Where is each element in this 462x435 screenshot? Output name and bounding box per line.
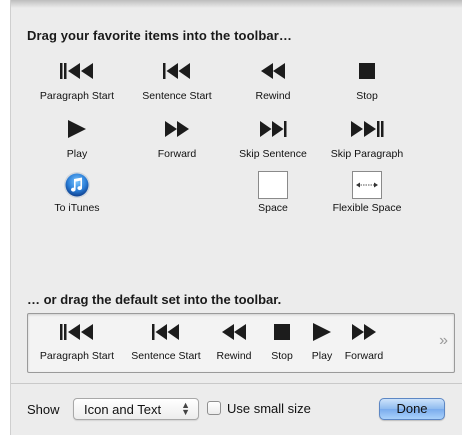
palette-item-label: Play — [66, 148, 88, 160]
palette-item-label: To iTunes — [54, 202, 100, 214]
default-toolbar-set[interactable]: Paragraph Start Sentence Start Rewind St… — [27, 313, 455, 373]
sentence-start-icon — [129, 58, 225, 84]
palette-item-stop[interactable]: Stop — [319, 58, 415, 102]
palette-item-label: Skip Sentence — [239, 148, 307, 160]
default-item-label: Paragraph Start — [39, 350, 115, 362]
show-mode-value: Icon and Text — [84, 402, 162, 417]
paragraph-start-icon — [32, 320, 122, 344]
paragraph-start-icon — [29, 58, 125, 84]
default-item-label: Rewind — [216, 350, 252, 362]
use-small-size-label[interactable]: Use small size — [227, 401, 311, 416]
play-icon — [29, 116, 125, 142]
default-item-forward: Forward — [340, 320, 388, 362]
skip-paragraph-icon — [319, 116, 415, 142]
forward-icon — [129, 116, 225, 142]
palette-item-label: Forward — [157, 148, 197, 160]
use-small-size-checkbox[interactable] — [207, 401, 221, 415]
show-mode-select[interactable]: Icon and Text ▲ ▼ — [73, 398, 199, 420]
sheet-title: Drag your favorite items into the toolba… — [27, 28, 292, 43]
palette-item-rewind[interactable]: Rewind — [225, 58, 321, 102]
flexible-space-icon — [319, 170, 415, 200]
palette-item-label: Paragraph Start — [39, 90, 115, 102]
palette-item-label: Stop — [356, 90, 378, 102]
sentence-start-icon — [124, 320, 208, 344]
default-item-paragraph-start: Paragraph Start — [32, 320, 122, 362]
default-item-label: Forward — [344, 350, 384, 362]
space-icon — [225, 170, 321, 200]
select-stepper-icon: ▲ ▼ — [181, 400, 190, 417]
palette-item-play[interactable]: Play — [29, 116, 125, 160]
palette-item-to-itunes[interactable]: To iTunes — [29, 170, 125, 214]
stop-icon — [261, 320, 303, 344]
rewind-icon — [209, 320, 259, 344]
toolbar-items-palette: Paragraph Start Sentence Start Rewind St… — [29, 58, 429, 288]
default-item-label: Sentence Start — [131, 350, 201, 362]
stop-icon — [319, 58, 415, 84]
default-item-label: Play — [311, 350, 333, 362]
default-item-stop: Stop — [261, 320, 303, 362]
palette-item-paragraph-start[interactable]: Paragraph Start — [29, 58, 125, 102]
palette-item-label: Rewind — [255, 90, 291, 102]
default-set-title: … or drag the default set into the toolb… — [27, 292, 282, 307]
done-button[interactable]: Done — [379, 398, 445, 420]
default-item-sentence-start: Sentence Start — [124, 320, 208, 362]
palette-item-label: Sentence Start — [142, 90, 212, 102]
forward-icon — [340, 320, 388, 344]
palette-item-label: Space — [258, 202, 288, 214]
palette-item-space[interactable]: Space — [225, 170, 321, 214]
palette-item-skip-paragraph[interactable]: Skip Paragraph — [319, 116, 415, 160]
palette-item-sentence-start[interactable]: Sentence Start — [129, 58, 225, 102]
palette-item-forward[interactable]: Forward — [129, 116, 225, 160]
rewind-icon — [225, 58, 321, 84]
skip-sentence-icon — [225, 116, 321, 142]
default-item-label: Stop — [271, 350, 293, 362]
play-icon — [305, 320, 339, 344]
sheet-top-shadow — [11, 0, 462, 8]
palette-item-label: Flexible Space — [332, 202, 402, 214]
overflow-chevron-icon: » — [439, 332, 448, 349]
show-label: Show — [27, 402, 60, 417]
palette-item-flexible-space[interactable]: Flexible Space — [319, 170, 415, 214]
customize-toolbar-sheet: Drag your favorite items into the toolba… — [10, 0, 462, 435]
itunes-icon — [29, 170, 125, 200]
palette-item-label: Skip Paragraph — [330, 148, 404, 160]
footer-bar: Show Icon and Text ▲ ▼ Use small size Don… — [11, 384, 462, 435]
default-item-rewind: Rewind — [209, 320, 259, 362]
palette-item-skip-sentence[interactable]: Skip Sentence — [225, 116, 321, 160]
default-item-play: Play — [305, 320, 339, 362]
